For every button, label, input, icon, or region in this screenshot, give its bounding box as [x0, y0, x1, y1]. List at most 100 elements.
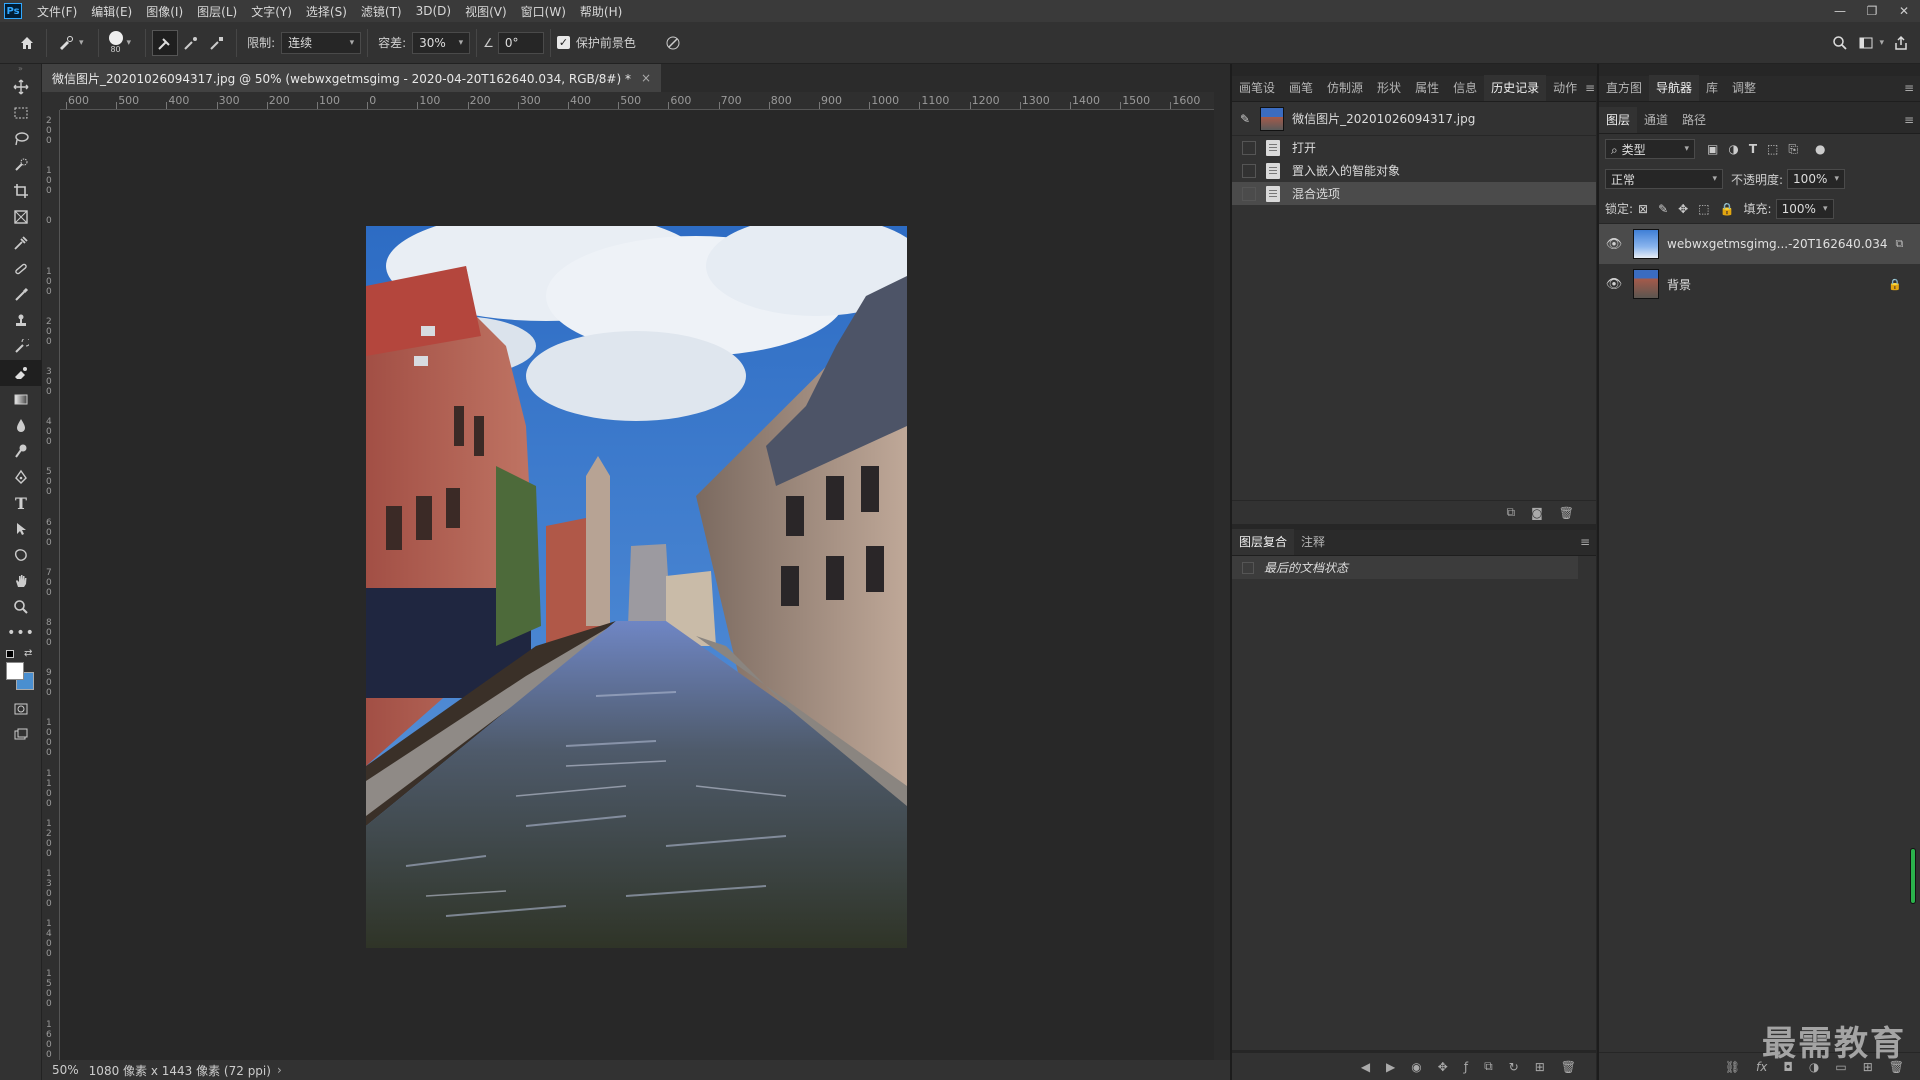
history-item[interactable]: 打开 — [1232, 136, 1596, 159]
layer-row[interactable]: 👁 背景 🔒 — [1599, 264, 1920, 304]
chevron-down-icon[interactable]: ▾ — [1879, 38, 1884, 48]
search-icon[interactable] — [1827, 30, 1853, 56]
tab-properties[interactable]: 属性 — [1408, 75, 1446, 101]
panel-menu-icon[interactable]: ≡ — [1574, 529, 1596, 555]
tool-preset-icon[interactable] — [53, 30, 79, 56]
history-brush-tool-icon[interactable] — [0, 334, 42, 360]
protect-foreground-checkbox[interactable]: ✓ — [556, 36, 570, 49]
tab-info[interactable]: 信息 — [1446, 75, 1484, 101]
layer-filter-select[interactable]: ⌕ 类型 ▾ — [1605, 139, 1695, 159]
layer-row[interactable]: 👁 webwxgetmsgimg...-20T162640.034 ⧉ — [1599, 224, 1920, 264]
tab-histogram[interactable]: 直方图 — [1599, 75, 1649, 101]
next-icon[interactable]: ▶ — [1386, 1060, 1395, 1074]
visibility-eye-icon[interactable]: 👁 — [1603, 277, 1625, 292]
lock-position-icon[interactable]: ✥ — [1678, 202, 1688, 216]
share-icon[interactable] — [1888, 30, 1914, 56]
tab-brush-settings[interactable]: 画笔设 — [1232, 75, 1282, 101]
eyedropper-tool-icon[interactable] — [0, 230, 42, 256]
home-icon[interactable] — [14, 30, 40, 56]
layer-comp-item[interactable]: 最后的文档状态 — [1232, 556, 1578, 579]
zoom-tool-icon[interactable] — [0, 594, 42, 620]
menu-3d[interactable]: 3D(D) — [409, 4, 458, 18]
menu-layer[interactable]: 图层(L) — [190, 3, 244, 20]
status-menu-arrow[interactable]: › — [277, 1063, 282, 1077]
adjustment-layer-filter-icon[interactable]: ◑ — [1728, 142, 1738, 156]
quick-selection-tool-icon[interactable] — [0, 152, 42, 178]
trash-icon[interactable]: 🗑 — [1559, 506, 1574, 520]
tab-paths[interactable]: 路径 — [1675, 107, 1713, 133]
brush-preset-picker[interactable]: 80 — [108, 31, 123, 54]
ruler-vertical[interactable]: 2 0 0 1 0 0 0 1 0 0 2 0 0 3 0 0 4 0 0 5 0 0 6 0 … — [42, 110, 60, 1060]
chevron-down-icon[interactable]: ▾ — [79, 38, 84, 48]
pressure-size-icon[interactable] — [660, 30, 686, 56]
shape-layer-filter-icon[interactable]: ⬚ — [1767, 142, 1778, 156]
layer-comp-source-box[interactable] — [1242, 561, 1254, 574]
document-image[interactable] — [366, 226, 907, 948]
background-eraser-tool-icon[interactable] — [0, 360, 42, 386]
menu-view[interactable]: 视图(V) — [458, 3, 514, 20]
refresh-icon[interactable]: ↻ — [1509, 1060, 1519, 1074]
new-comp-icon[interactable]: ⊞ — [1535, 1060, 1545, 1074]
filter-toggle-icon[interactable]: ● — [1815, 142, 1825, 156]
default-colors-icon[interactable] — [6, 650, 14, 658]
panel-menu-icon[interactable]: ≡ — [1898, 75, 1920, 101]
swap-colors-icon[interactable]: ⇄ — [24, 648, 32, 659]
restore-button[interactable]: ❐ — [1856, 0, 1888, 22]
link-layers-icon[interactable]: ⛓ — [1725, 1060, 1740, 1074]
history-item[interactable]: 置入嵌入的智能对象 — [1232, 159, 1596, 182]
screen-mode-icon[interactable] — [0, 722, 42, 748]
lasso-tool-icon[interactable] — [0, 126, 42, 152]
blend-mode-select[interactable]: 正常 ▾ — [1605, 169, 1723, 189]
menu-window[interactable]: 窗口(W) — [514, 3, 573, 20]
canvas-scrollbar[interactable] — [1214, 92, 1230, 1060]
update-visibility-icon[interactable]: ◉ — [1411, 1060, 1421, 1074]
tab-channels[interactable]: 通道 — [1637, 107, 1675, 133]
move-tool-icon[interactable] — [0, 74, 42, 100]
type-tool-icon[interactable]: T — [0, 490, 42, 516]
lock-transparency-icon[interactable]: ⊠ — [1638, 202, 1648, 216]
smart-object-filter-icon[interactable]: ⎘ — [1788, 142, 1798, 157]
tab-notes[interactable]: 注释 — [1294, 529, 1332, 555]
visibility-eye-icon[interactable]: 👁 — [1603, 237, 1625, 252]
menu-image[interactable]: 图像(I) — [139, 3, 190, 20]
tab-brushes[interactable]: 画笔 — [1282, 75, 1320, 101]
tab-clone-source[interactable]: 仿制源 — [1320, 75, 1370, 101]
frame-tool-icon[interactable] — [0, 204, 42, 230]
quick-mask-icon[interactable] — [0, 696, 42, 722]
healing-brush-tool-icon[interactable] — [0, 256, 42, 282]
minimize-button[interactable]: — — [1824, 0, 1856, 22]
tab-libraries[interactable]: 库 — [1699, 75, 1725, 101]
toolbox-collapse-icon[interactable]: » — [0, 64, 41, 74]
hand-tool-icon[interactable] — [0, 568, 42, 594]
menu-file[interactable]: 文件(F) — [30, 3, 84, 20]
chevron-down-icon[interactable]: ▾ — [127, 38, 132, 48]
pixel-layer-filter-icon[interactable]: ▣ — [1707, 142, 1718, 156]
new-document-from-state-icon[interactable]: ⧉ — [1507, 505, 1516, 520]
path-selection-tool-icon[interactable] — [0, 516, 42, 542]
foreground-color-swatch[interactable] — [6, 662, 24, 680]
history-brush-source-icon[interactable]: ✎ — [1240, 112, 1250, 126]
camera-icon[interactable]: ◙ — [1531, 506, 1543, 520]
update-position-icon[interactable]: ✥ — [1438, 1060, 1448, 1074]
tab-shapes[interactable]: 形状 — [1370, 75, 1408, 101]
lock-artboard-icon[interactable]: ⬚ — [1698, 202, 1709, 216]
pen-tool-icon[interactable] — [0, 464, 42, 490]
type-layer-filter-icon[interactable]: T — [1749, 142, 1757, 156]
menu-filter[interactable]: 滤镜(T) — [354, 3, 409, 20]
menu-help[interactable]: 帮助(H) — [573, 3, 629, 20]
dodge-tool-icon[interactable] — [0, 438, 42, 464]
menu-type[interactable]: 文字(Y) — [244, 3, 299, 20]
update-appearance-icon[interactable]: ƒ — [1464, 1060, 1468, 1074]
history-source-box[interactable] — [1242, 140, 1256, 155]
tab-actions[interactable]: 动作 — [1546, 75, 1584, 101]
history-snapshot[interactable]: ✎ 微信图片_20201026094317.jpg — [1232, 102, 1596, 136]
lock-all-icon[interactable]: 🔒 — [1720, 202, 1735, 216]
tolerance-input[interactable]: 30% ▾ — [412, 31, 471, 54]
panel-menu-icon[interactable]: ≡ — [1584, 75, 1596, 101]
tab-adjustments[interactable]: 调整 — [1725, 75, 1763, 101]
menu-select[interactable]: 选择(S) — [299, 3, 354, 20]
fill-input[interactable]: 100% ▾ — [1775, 198, 1834, 219]
menu-edit[interactable]: 编辑(E) — [84, 3, 139, 20]
crop-tool-icon[interactable] — [0, 178, 42, 204]
clone-stamp-tool-icon[interactable] — [0, 308, 42, 334]
